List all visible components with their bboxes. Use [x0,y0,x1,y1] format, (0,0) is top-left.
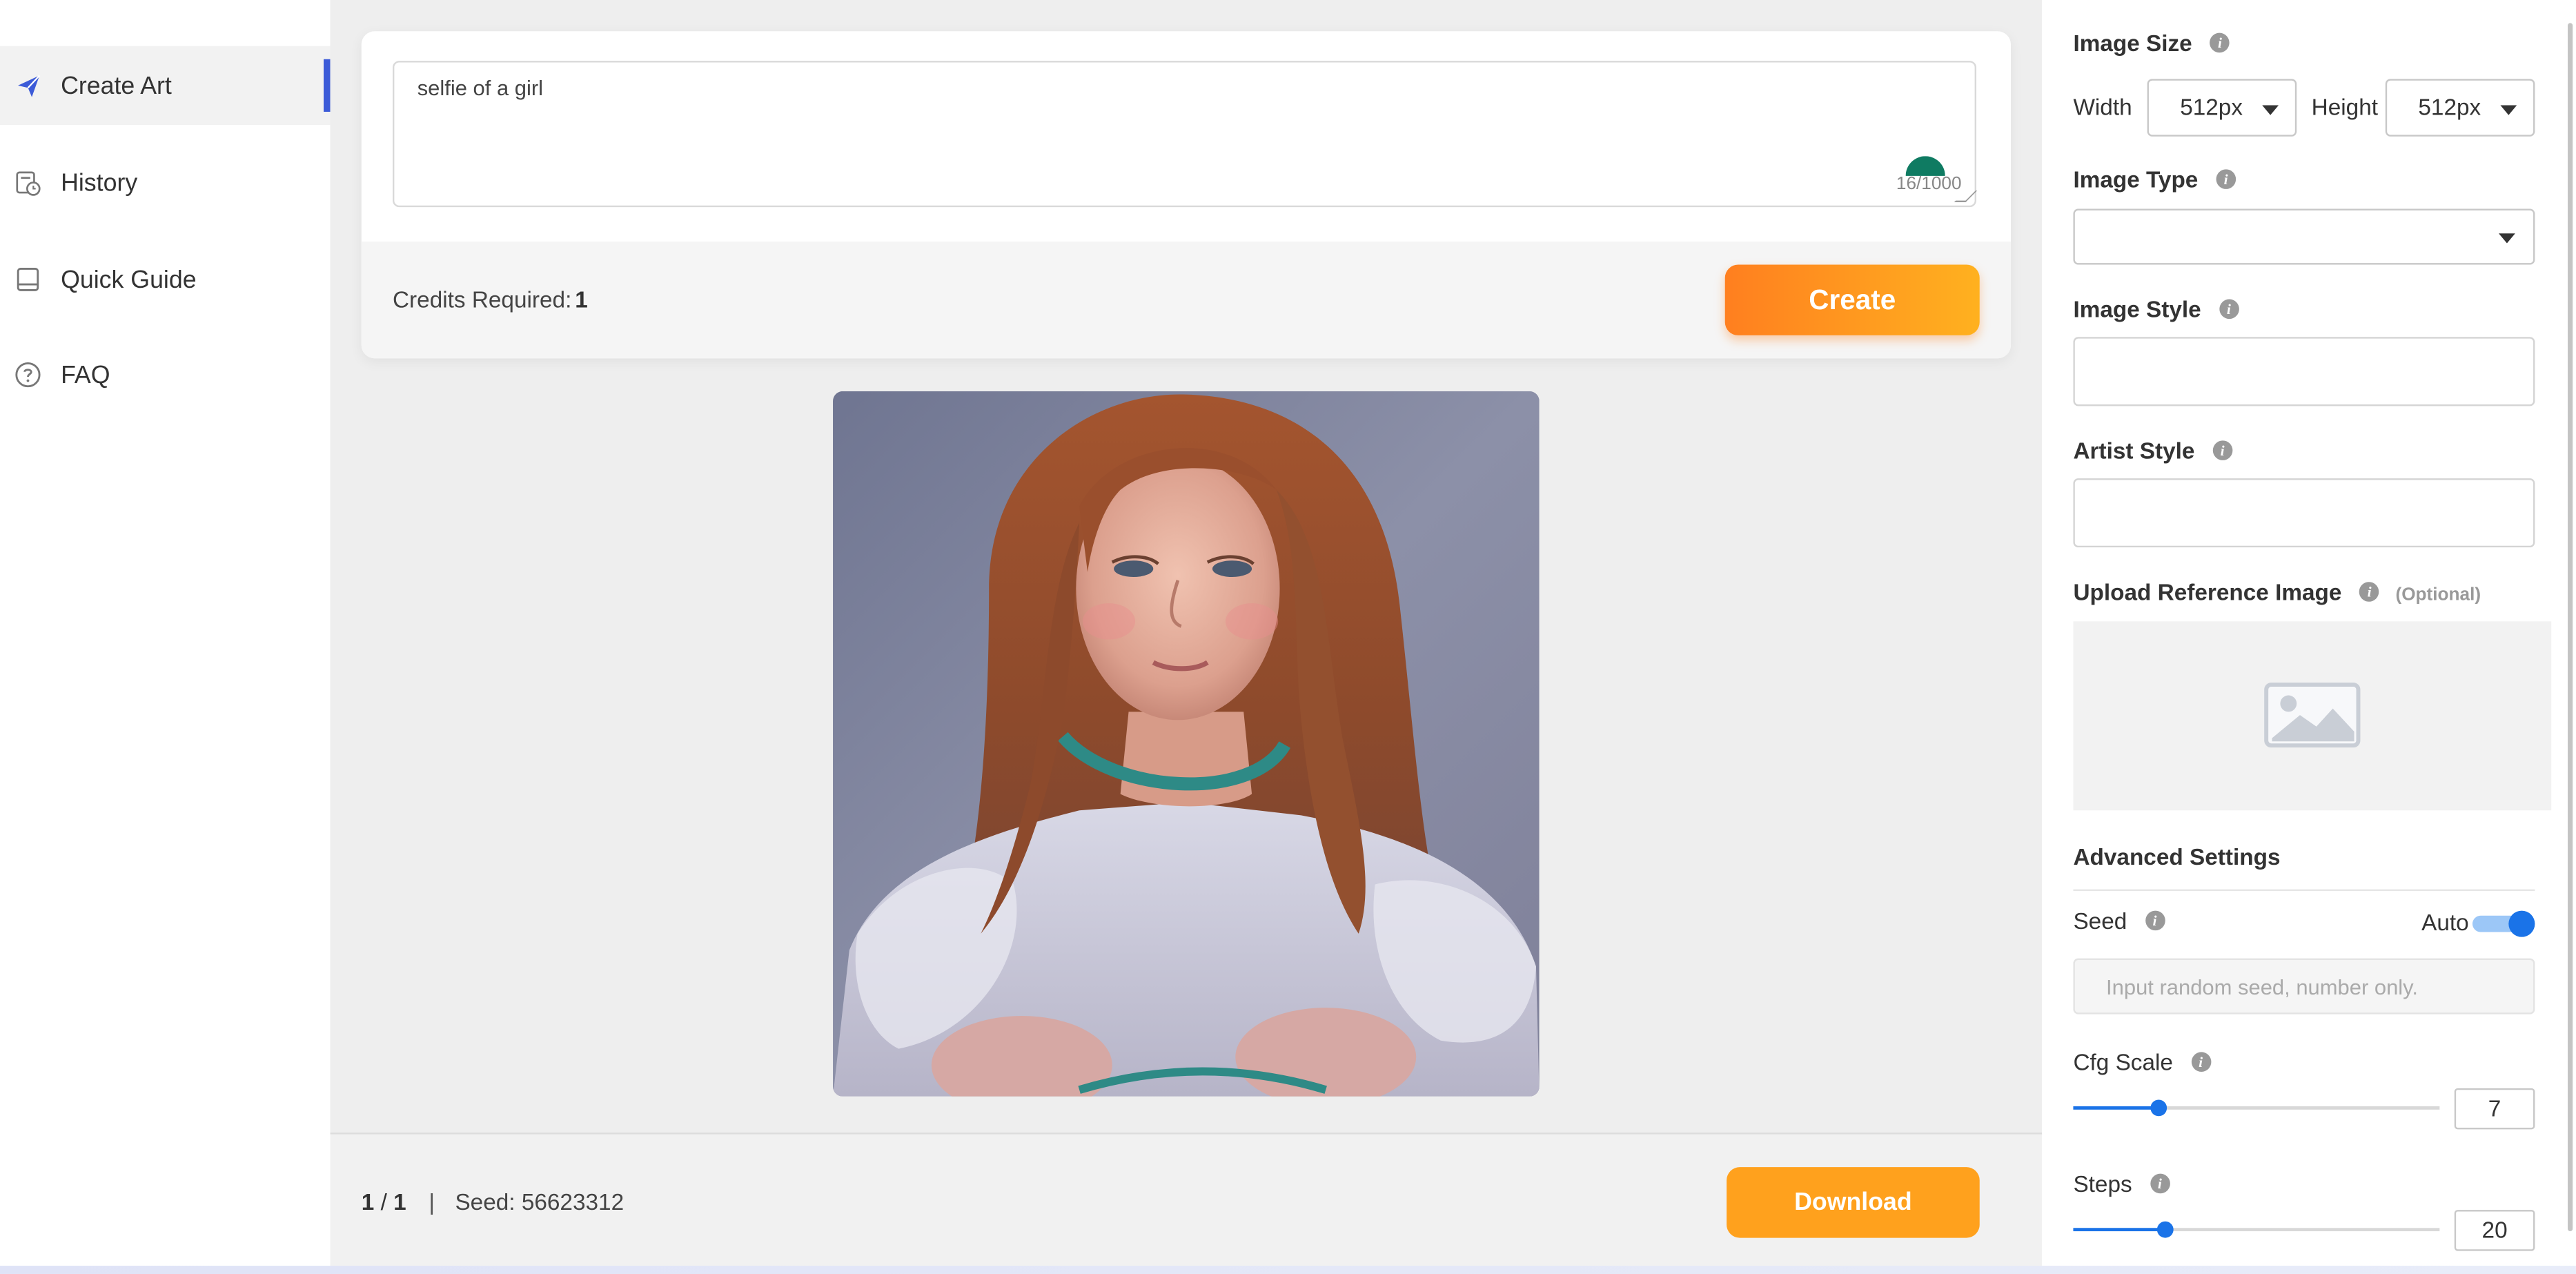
slider-fill [2073,1106,2159,1110]
create-button[interactable]: Create [1724,264,1980,335]
credits-value: 1 [575,286,588,313]
info-icon[interactable]: i [2359,582,2379,602]
download-button[interactable]: Download [1727,1167,1980,1238]
sidebar-item-label: FAQ [61,360,110,389]
sidebar-item-faq[interactable]: FAQ [0,335,331,414]
scrollbar-thumb[interactable] [2568,23,2573,1232]
image-size-title: Image Size i [2073,30,2230,56]
seed-label: Seed [2073,907,2127,934]
seed-input[interactable] [2073,958,2535,1015]
book-icon [14,266,41,293]
steps-value[interactable]: 20 [2454,1210,2535,1251]
info-icon[interactable]: i [2210,33,2230,53]
prompt-card: selfie of a girl 16/1000 Credits Require… [361,31,2011,359]
app-canvas: Create Art History Quick Guide FAQ selfi… [0,0,2576,1274]
info-icon[interactable]: i [2212,441,2232,461]
app-root: Create Art History Quick Guide FAQ selfi… [0,0,2576,1274]
divider [2073,889,2535,891]
main-area: selfie of a girl 16/1000 Credits Require… [330,0,2043,1274]
sidebar-item-quick-guide[interactable]: Quick Guide [0,240,331,319]
height-select[interactable]: 512px [2385,79,2535,137]
section-title-text: Image Size [2073,29,2192,56]
sidebar-item-label: Quick Guide [61,265,197,294]
slider-fill [2073,1228,2165,1232]
chevron-down-icon [2500,105,2517,115]
image-style-title: Image Style i [2073,296,2239,322]
credits-label: Credits Required: [392,286,572,313]
image-type-title: Image Type i [2073,166,2236,193]
info-icon[interactable]: i [2190,1052,2211,1072]
advanced-settings-title: Advanced Settings [2073,843,2281,870]
sidebar-item-history[interactable]: History [0,143,331,222]
width-select[interactable]: 512px [2147,79,2297,137]
footer-divider: | [429,1188,435,1215]
info-icon[interactable]: i [2150,1174,2170,1194]
artist-style-title: Artist Style i [2073,438,2232,464]
section-title-text: Image Type [2073,166,2199,193]
pager: 1 / 1 [362,1188,406,1215]
window-bottom-strip [0,1266,2576,1274]
sidebar-item-create-art[interactable]: Create Art [0,46,331,126]
section-title-text: Image Style [2073,295,2201,322]
auto-seed-toggle[interactable] [2472,910,2535,937]
section-title-text: Upload Reference Image [2073,578,2342,605]
height-label: Height [2311,93,2378,120]
page-separator: / [380,1188,387,1215]
settings-panel: Image Size i Width 512px Height 512px Im… [2042,0,2576,1274]
width-value: 512px [2180,93,2243,120]
cfg-scale-label: Cfg Scale [2073,1048,2173,1075]
paper-plane-icon [14,72,41,99]
steps-label-row: Steps i [2073,1170,2170,1197]
char-count: 16/1000 [1896,174,1962,195]
history-doc-icon [14,169,41,195]
slider-thumb[interactable] [2150,1099,2167,1117]
steps-slider[interactable] [2073,1218,2440,1241]
info-icon[interactable]: i [2219,300,2239,320]
toggle-knob [2508,910,2535,937]
sidebar-item-label: Create Art [61,71,172,100]
cfg-scale-value[interactable]: 7 [2454,1088,2535,1130]
page-current: 1 [361,1188,375,1215]
cfg-scale-slider[interactable] [2073,1097,2440,1119]
prompt-text[interactable]: selfie of a girl [417,76,543,101]
credits-bar: Credits Required: 1 Create [361,242,2011,359]
slider-thumb[interactable] [2156,1221,2174,1238]
image-placeholder-icon [2264,682,2361,748]
seed-label-row: Seed i [2073,907,2165,934]
auto-label: Auto [2421,909,2469,936]
generated-image[interactable] [833,391,1540,1097]
height-value: 512px [2418,93,2481,120]
cfg-scale-label-row: Cfg Scale i [2073,1048,2211,1075]
sidebar-item-label: History [61,168,138,197]
image-style-input[interactable] [2073,337,2535,406]
sidebar: Create Art History Quick Guide FAQ [0,0,331,1274]
grammar-assistant-icon[interactable] [1905,156,1945,176]
optional-label: (Optional) [2395,585,2481,605]
chevron-down-icon [2262,105,2279,115]
artist-style-input[interactable] [2073,478,2535,548]
width-label: Width [2073,93,2132,120]
page-total: 1 [393,1188,406,1215]
result-footer: 1 / 1 | Seed: 56623312 Download [330,1133,2043,1274]
upload-reference-image-area[interactable] [2073,621,2552,811]
seed-info: Seed: 56623312 [455,1188,625,1215]
panel-scrollbar[interactable] [2566,0,2576,1249]
info-icon[interactable]: i [2145,911,2165,931]
image-type-select[interactable] [2073,208,2535,265]
steps-label: Steps [2073,1170,2132,1197]
section-title-text: Artist Style [2073,437,2195,464]
upload-reference-title: Upload Reference Image i (Optional) [2073,578,2481,605]
info-icon[interactable]: i [2216,170,2236,190]
prompt-textarea[interactable]: selfie of a girl 16/1000 [392,61,1978,208]
question-circle-icon [14,362,41,388]
chevron-down-icon [2499,233,2515,244]
